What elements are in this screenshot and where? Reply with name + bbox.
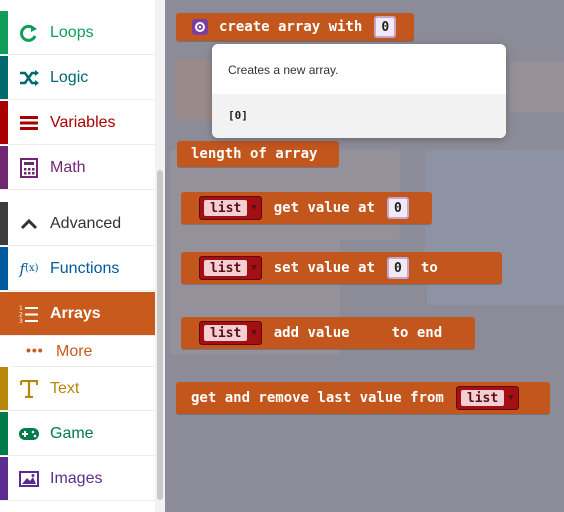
category-label: Advanced [50, 214, 122, 232]
variables-icon [17, 101, 41, 144]
category-color-bar [0, 457, 8, 500]
category-color-bar [0, 101, 8, 144]
category-color-bar [0, 412, 8, 455]
dropdown-arrow-icon: ▼ [251, 328, 257, 338]
block-label: create array with [219, 19, 363, 35]
function-icon: f (x) [19, 259, 39, 278]
block-suffix-label: to end [391, 325, 443, 341]
block-label: add value [273, 325, 350, 341]
block-label: set value at [273, 260, 375, 276]
create-array-block[interactable]: create array with 0 [176, 13, 414, 41]
add-value-block[interactable]: list ▼ add value to end [181, 317, 475, 349]
arrays-icon: 123 [17, 292, 41, 335]
list-variable-name: list [204, 325, 248, 341]
category-label: Functions [50, 259, 120, 277]
category-color-bar [0, 367, 8, 410]
more-label: More [56, 343, 93, 360]
category-color-bar [0, 146, 8, 189]
chevron-up-icon [17, 202, 41, 245]
logic-icon [17, 56, 41, 99]
remove-last-value-block[interactable]: get and remove last value from list ▼ [176, 382, 550, 414]
block-label: get value at [273, 200, 375, 216]
category-color-bar [0, 247, 8, 290]
category-advanced[interactable]: Advanced [0, 202, 155, 246]
loops-icon [17, 11, 41, 54]
list-variable-dropdown[interactable]: list ▼ [199, 321, 262, 345]
category-variables[interactable]: Variables [0, 101, 155, 145]
dropdown-arrow-icon: ▼ [508, 393, 514, 403]
svg-text:3: 3 [19, 318, 23, 324]
more-dots-icon: ••• [26, 342, 44, 358]
category-label: Text [50, 379, 80, 397]
category-images[interactable]: Images [0, 457, 155, 501]
category-color-bar [0, 56, 8, 99]
block-label: get and remove last value from [191, 390, 444, 406]
list-variable-dropdown[interactable]: list ▼ [455, 386, 519, 410]
block-tooltip: Creates a new array. [0] [212, 44, 506, 138]
list-variable-name: list [204, 260, 248, 276]
category-color-bar [0, 202, 8, 245]
category-label: Logic [50, 68, 89, 86]
category-math[interactable]: Math [0, 146, 155, 190]
length-of-array-block[interactable]: length of array [177, 141, 339, 167]
category-label: Arrays [50, 304, 101, 322]
category-text[interactable]: Text [0, 367, 155, 411]
index-input[interactable]: 0 [386, 197, 409, 219]
category-label: Game [50, 424, 94, 442]
category-label: Loops [50, 23, 94, 41]
dropdown-arrow-icon: ▼ [251, 203, 257, 213]
tooltip-code: [0] [228, 109, 248, 122]
index-input[interactable]: 0 [386, 257, 409, 279]
category-functions[interactable]: f (x) Functions [0, 247, 155, 291]
gear-icon[interactable] [192, 19, 208, 35]
block-label: length of array [191, 146, 318, 162]
get-value-block[interactable]: list ▼ get value at 0 [181, 192, 432, 224]
tooltip-code-area: [0] [212, 94, 506, 138]
category-logic[interactable]: Logic [0, 56, 155, 100]
list-variable-dropdown[interactable]: list ▼ [199, 256, 262, 280]
array-value-input[interactable]: 0 [374, 16, 397, 38]
math-icon [17, 146, 41, 189]
category-game[interactable]: Game [0, 412, 155, 456]
game-icon [17, 412, 41, 455]
background-block [510, 62, 564, 112]
dropdown-arrow-icon: ▼ [251, 263, 257, 273]
category-label: Math [50, 158, 86, 176]
category-label: Variables [50, 113, 116, 131]
toolbox-scroll-thumb[interactable] [157, 170, 163, 500]
text-icon [17, 367, 41, 410]
category-label: Images [50, 469, 103, 487]
category-loops[interactable]: Loops [0, 11, 155, 55]
category-color-bar [0, 11, 8, 54]
value-socket[interactable] [353, 322, 388, 344]
tooltip-description: Creates a new array. [228, 63, 339, 77]
set-value-block[interactable]: list ▼ set value at 0 to [181, 252, 502, 284]
images-icon [17, 457, 41, 500]
category-arrays[interactable]: 123 Arrays [0, 292, 155, 336]
category-more[interactable]: ••• More [12, 336, 155, 367]
block-suffix-label: to [420, 260, 438, 276]
list-variable-name: list [204, 200, 248, 216]
list-variable-dropdown[interactable]: list ▼ [199, 196, 262, 220]
toolbox: Loops Logic Variables Math Advanced f (x)… [0, 0, 156, 512]
list-variable-name: list [460, 390, 505, 406]
